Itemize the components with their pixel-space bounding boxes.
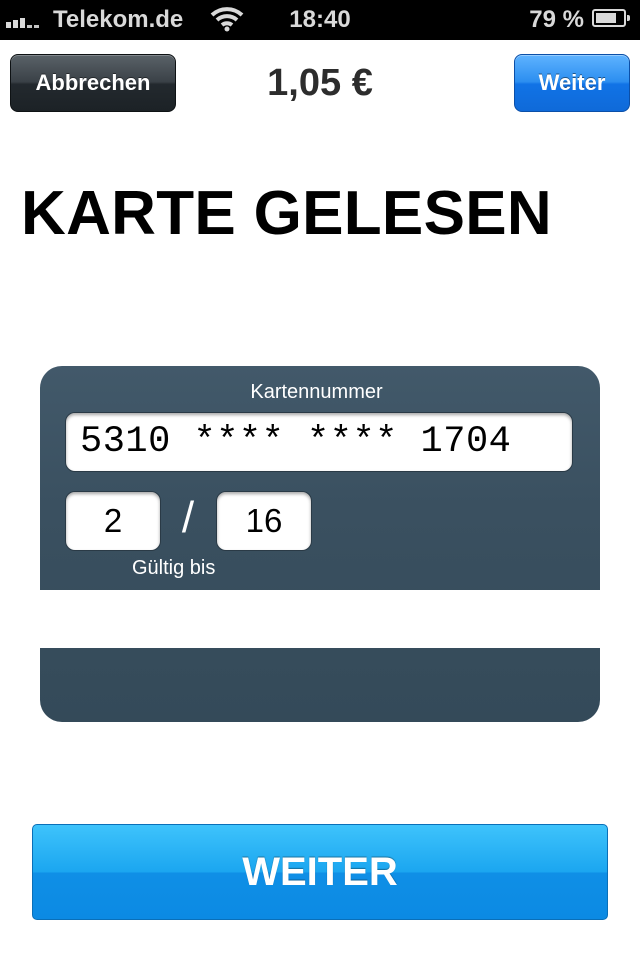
card-number-label: Kartennummer — [250, 381, 383, 403]
battery-icon — [592, 9, 630, 27]
page-title: KARTE GELESEN — [21, 179, 552, 248]
credit-card: Kartennummer 5310 **** **** 1704 2 / 16 … — [40, 366, 600, 722]
status-bar: Telekom.de 18:40 79 % — [0, 0, 640, 40]
card-stripe — [40, 590, 600, 648]
battery-level — [596, 13, 616, 23]
continue-button[interactable]: WEITER — [32, 824, 608, 920]
card-number-field[interactable]: 5310 **** **** 1704 — [65, 412, 573, 472]
valid-until-label: Gültig bis — [132, 557, 216, 579]
expiry-year-field[interactable]: 16 — [216, 491, 312, 551]
next-button[interactable]: Weiter — [514, 54, 630, 112]
expiry-separator: / — [181, 493, 195, 542]
battery-percent: 79 % — [529, 6, 584, 33]
expiry-month-field[interactable]: 2 — [65, 491, 161, 551]
